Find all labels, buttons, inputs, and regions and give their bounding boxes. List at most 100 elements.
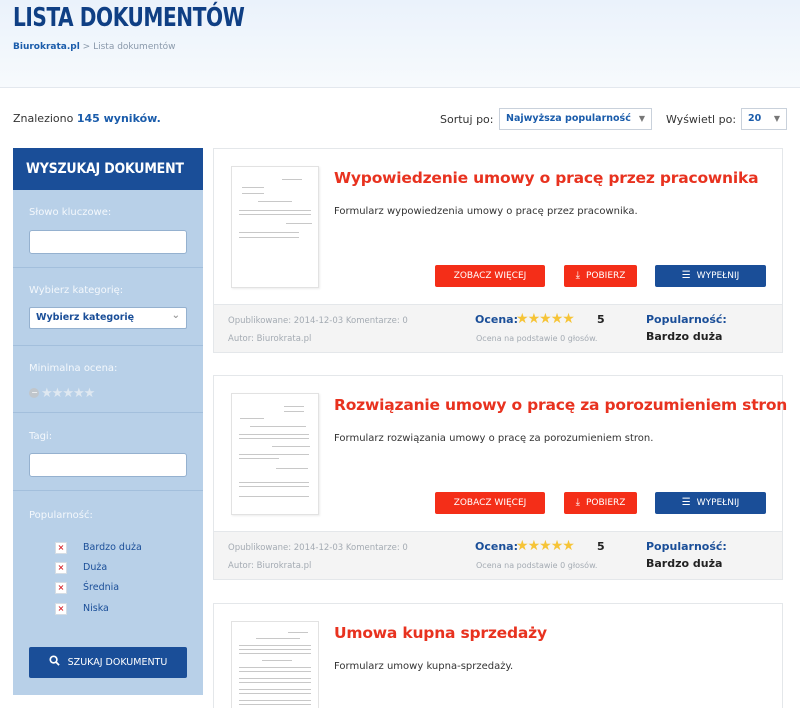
published-info: Opublikowane: 2014-12-03 Komentarze: 0: [228, 316, 408, 326]
keyword-label: Słowo kluczowe:: [29, 207, 112, 218]
document-thumbnail[interactable]: [231, 393, 319, 515]
popularity-option-srednia[interactable]: × Średnia: [55, 577, 120, 594]
fill-button[interactable]: ☰ WYPEŁNIJ: [655, 492, 766, 514]
results-count: Znaleziono 145 wyników.: [13, 112, 161, 125]
popularity-label: Popularność:: [646, 313, 727, 326]
popularity-value: Bardzo duża: [646, 330, 723, 343]
rating-stars: ★★★★★: [516, 538, 575, 554]
star-icon: ★: [562, 311, 575, 327]
star-icon[interactable]: ★: [41, 386, 53, 401]
fill-button-label: WYPEŁNIJ: [696, 498, 740, 508]
sidebar-title: WYSZUKAJ DOKUMENT: [13, 148, 203, 190]
popularity-option-label: Bardzo duża: [83, 542, 142, 553]
star-icon: ★: [516, 538, 529, 554]
keyword-input[interactable]: [29, 230, 187, 254]
menu-icon: ☰: [681, 270, 691, 281]
star-icon[interactable]: ★: [52, 386, 64, 401]
results-count-prefix: Znaleziono: [13, 112, 74, 125]
rating-label: Ocena:: [475, 313, 518, 326]
search-document-button[interactable]: SZUKAJ DOKUMENTU: [29, 647, 187, 678]
star-icon: ★: [527, 538, 541, 554]
popularity-label: Popularność:: [29, 510, 93, 521]
search-sidebar: WYSZUKAJ DOKUMENT Słowo kluczowe: Wybier…: [13, 148, 203, 695]
rating-basis: Ocena na podstawie 0 głosów.: [476, 561, 598, 570]
rating-value: 5: [597, 313, 605, 326]
page-title: LISTA DOKUMENTÓW: [13, 3, 245, 33]
category-select-value: Wybierz kategorię: [36, 312, 135, 323]
sort-select-value: Najwyższa popularność: [506, 113, 631, 124]
breadcrumb-separator: >: [82, 42, 91, 52]
remove-filter-icon[interactable]: ×: [55, 602, 67, 615]
chevron-down-icon: ⌄: [171, 310, 180, 321]
star-icon: ★: [539, 311, 552, 327]
popularity-option-label: Niska: [83, 603, 109, 614]
document-title[interactable]: Wypowiedzenie umowy o pracę przez pracow…: [334, 169, 759, 187]
breadcrumb-current: Lista dokumentów: [93, 42, 176, 52]
sort-label: Sortuj po:: [440, 113, 494, 126]
document-description: Formularz umowy kupna-sprzedaży.: [334, 661, 514, 672]
document-card: Umowa kupna sprzedaży Formularz umowy ku…: [213, 603, 783, 708]
document-thumbnail[interactable]: [231, 166, 319, 288]
star-icon[interactable]: ★: [84, 386, 96, 401]
popularity-option-bardzo-duza[interactable]: × Bardzo duża: [55, 537, 142, 554]
download-icon: ⤓: [575, 270, 580, 281]
document-description: Formularz rozwiązania umowy o pracę za p…: [334, 433, 654, 444]
page: LISTA DOKUMENTÓW Biurokrata.pl > Lista d…: [0, 0, 800, 708]
divider: [13, 345, 203, 346]
category-select[interactable]: Wybierz kategorię ⌄: [29, 307, 187, 329]
remove-filter-icon[interactable]: ×: [55, 581, 67, 594]
category-label: Wybierz kategorię:: [29, 285, 124, 296]
star-icon: ★: [539, 538, 552, 554]
per-page-label: Wyświetl po:: [666, 113, 737, 126]
rating-label: Ocena:: [475, 540, 518, 553]
search-icon: [49, 648, 60, 679]
rating-basis: Ocena na podstawie 0 głosów.: [476, 334, 598, 343]
remove-filter-icon[interactable]: ×: [55, 561, 67, 574]
search-document-button-label: SZUKAJ DOKUMENTU: [67, 657, 168, 668]
min-rating-stars[interactable]: − ★★★★★: [29, 386, 96, 401]
star-icon: ★: [550, 538, 564, 554]
per-page-select-value: 20: [748, 113, 762, 124]
popularity-option-niska[interactable]: × Niska: [55, 598, 109, 615]
fill-button[interactable]: ☰ WYPEŁNIJ: [655, 265, 766, 287]
clear-rating-icon[interactable]: −: [29, 388, 39, 398]
document-footer: Opublikowane: 2014-12-03 Komentarze: 0 A…: [214, 304, 782, 352]
document-title[interactable]: Umowa kupna sprzedaży: [334, 624, 547, 642]
divider: [13, 490, 203, 491]
breadcrumb: Biurokrata.pl > Lista dokumentów: [13, 42, 175, 52]
star-icon: ★: [516, 311, 529, 327]
document-description: Formularz wypowiedzenia umowy o pracę pr…: [334, 206, 638, 217]
star-icon: ★: [527, 311, 541, 327]
divider: [13, 267, 203, 268]
fill-button-label: WYPEŁNIJ: [696, 271, 740, 281]
chevron-down-icon: ▼: [773, 114, 780, 123]
document-card: Rozwiązanie umowy o pracę za porozumieni…: [213, 375, 787, 580]
published-info: Opublikowane: 2014-12-03 Komentarze: 0: [228, 543, 408, 553]
sort-select[interactable]: Najwyższa popularność ▼: [499, 108, 652, 130]
star-icon: ★: [550, 311, 564, 327]
document-thumbnail[interactable]: [231, 621, 319, 708]
results-count-value: 145 wyników.: [76, 112, 161, 125]
download-button[interactable]: ⤓ POBIERZ: [564, 492, 637, 514]
menu-icon: ☰: [681, 497, 691, 508]
per-page-select[interactable]: 20 ▼: [741, 108, 787, 130]
document-title[interactable]: Rozwiązanie umowy o pracę za porozumieni…: [334, 396, 787, 414]
popularity-option-duza[interactable]: × Duża: [55, 557, 108, 574]
results-toolbar: Znaleziono 145 wyników. Sortuj po: Najwy…: [0, 108, 800, 134]
document-card: Wypowiedzenie umowy o pracę przez pracow…: [213, 148, 783, 353]
remove-filter-icon[interactable]: ×: [55, 541, 67, 554]
see-more-button[interactable]: ZOBACZ WIĘCEJ: [435, 265, 545, 287]
star-icon[interactable]: ★: [62, 386, 74, 401]
download-icon: ⤓: [575, 497, 580, 508]
download-button[interactable]: ⤓ POBIERZ: [564, 265, 637, 287]
popularity-option-label: Średnia: [83, 582, 120, 593]
page-header: LISTA DOKUMENTÓW Biurokrata.pl > Lista d…: [0, 0, 800, 88]
tags-input[interactable]: [29, 453, 187, 477]
star-icon[interactable]: ★: [73, 386, 85, 401]
author-info: Autor: Biurokrata.pl: [228, 561, 312, 571]
star-icon: ★: [562, 538, 575, 554]
see-more-button[interactable]: ZOBACZ WIĘCEJ: [435, 492, 545, 514]
min-rating-label: Minimalna ocena:: [29, 363, 118, 374]
breadcrumb-home-link[interactable]: Biurokrata.pl: [13, 42, 80, 52]
popularity-option-label: Duża: [83, 562, 108, 573]
